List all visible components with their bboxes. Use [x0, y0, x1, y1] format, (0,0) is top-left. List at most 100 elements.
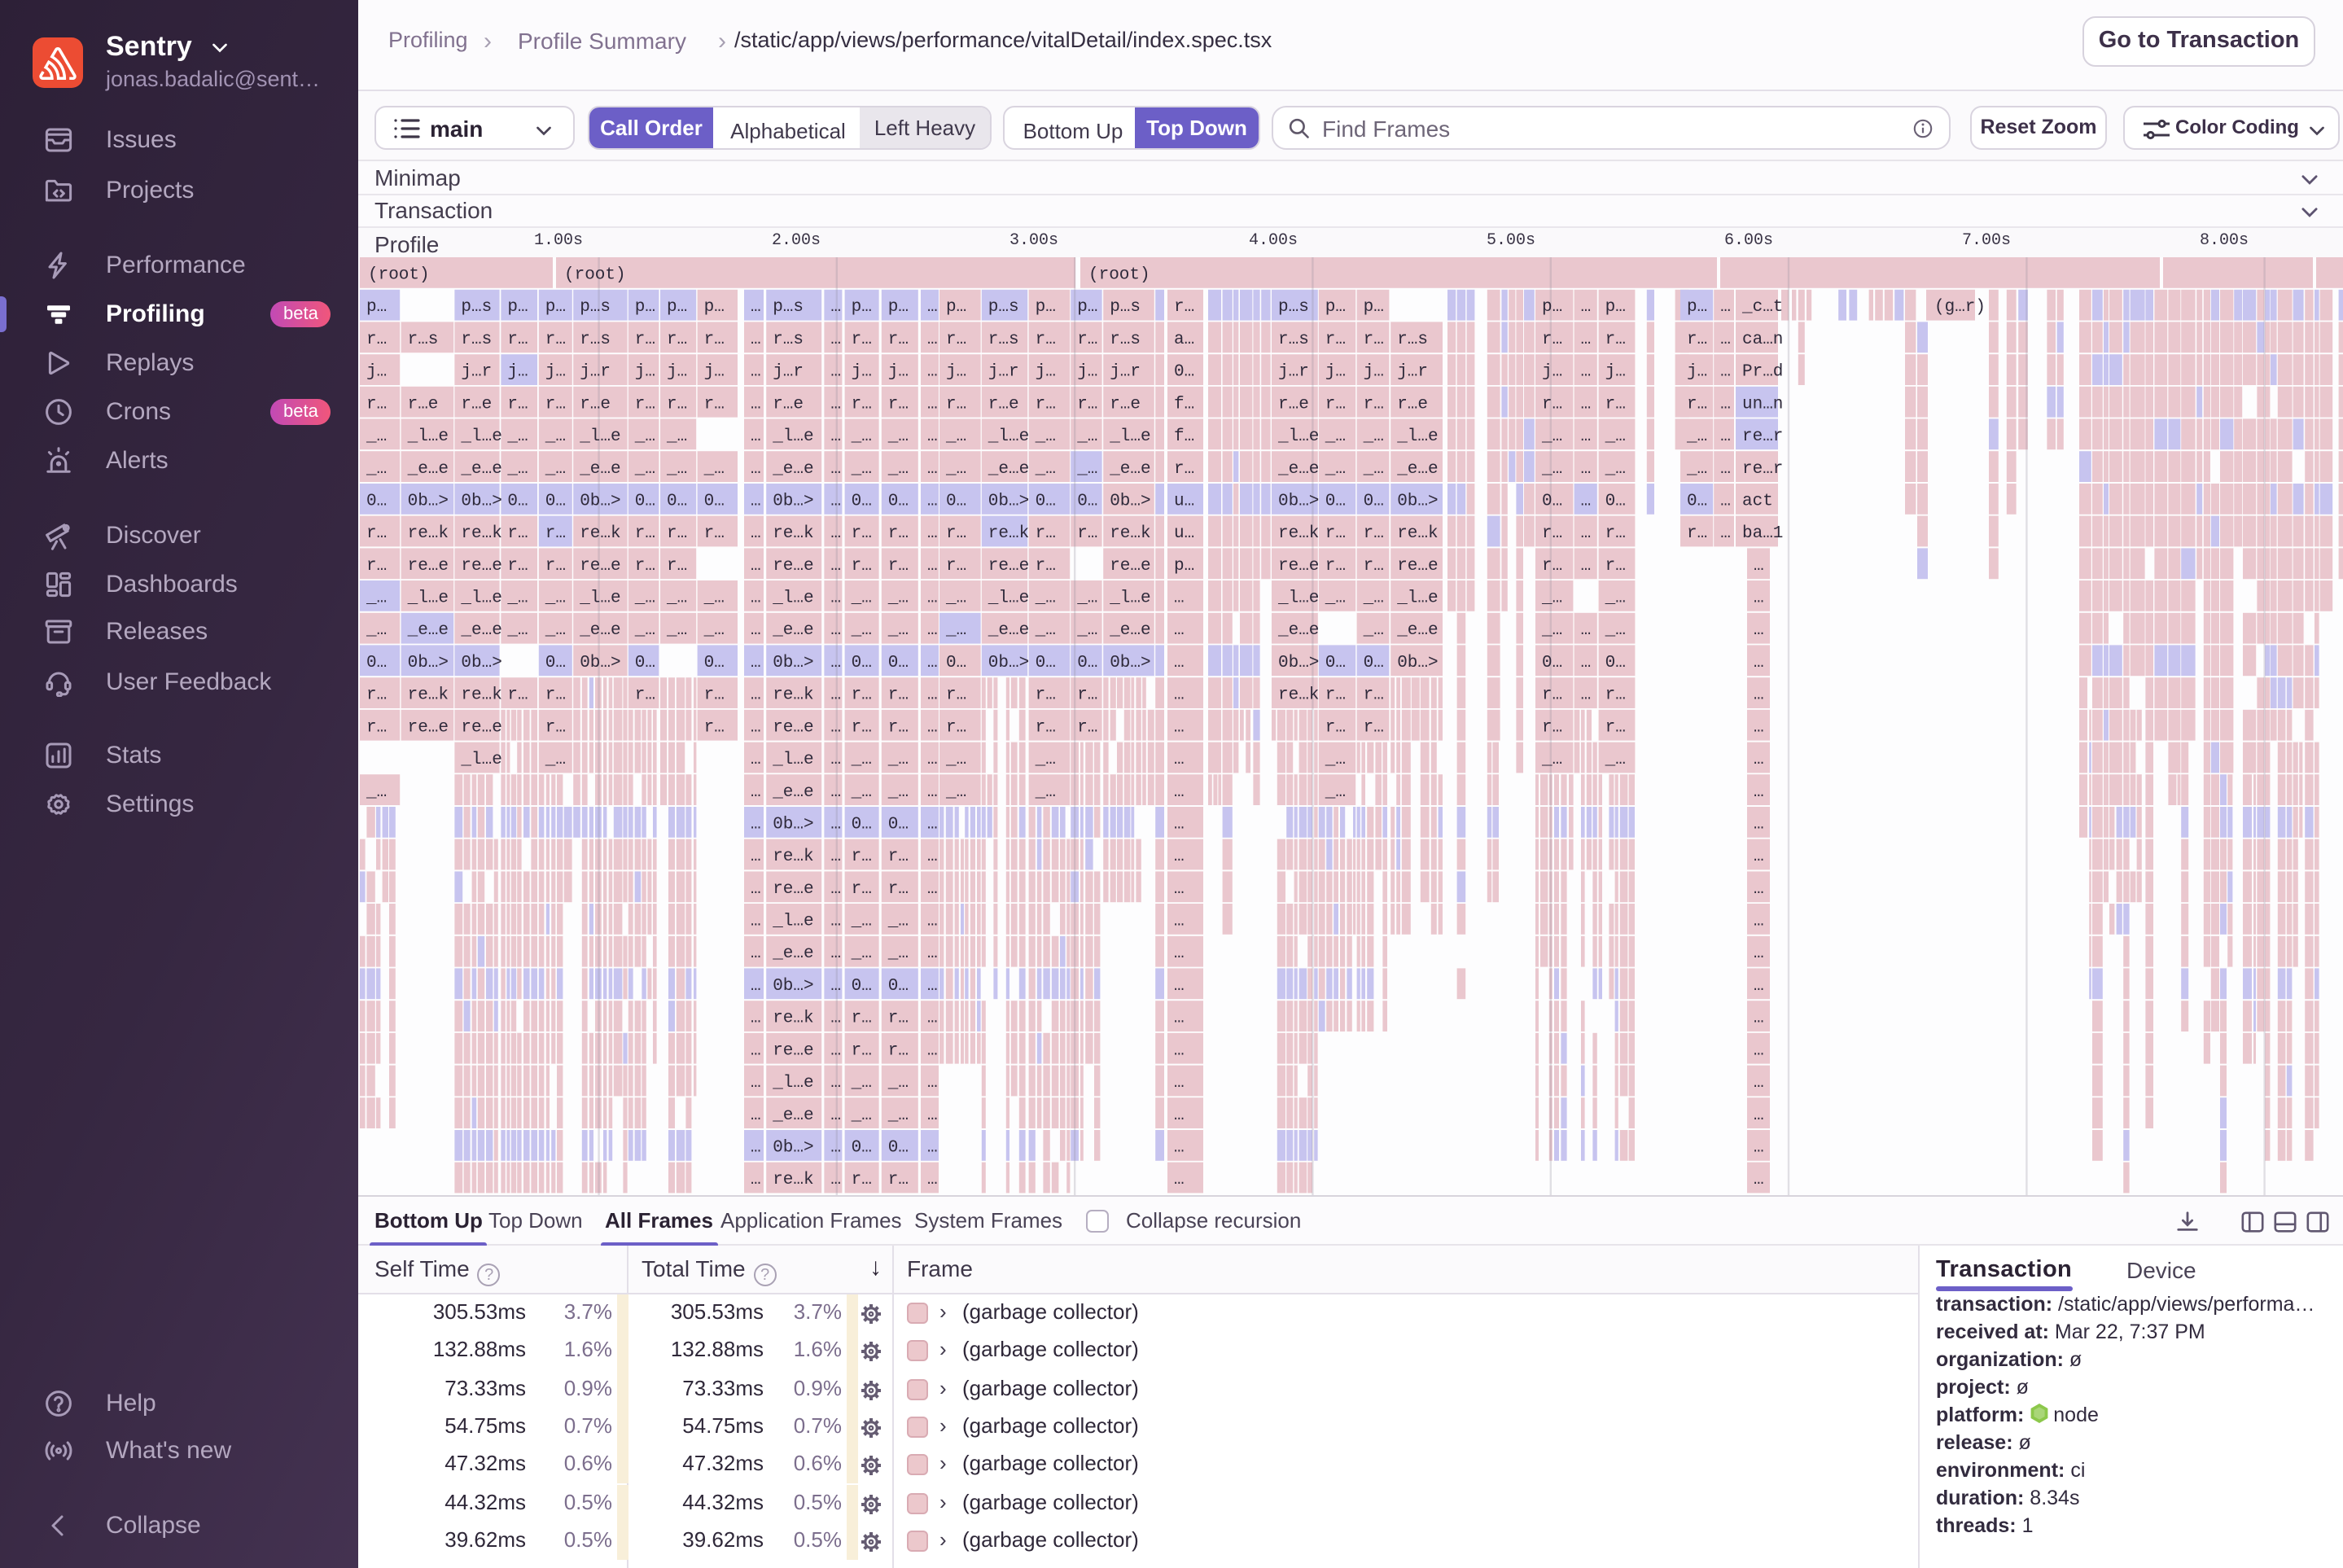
svg-text:_…: _…: [633, 589, 655, 608]
svg-text:…: …: [1753, 944, 1763, 963]
svg-text:j…: j…: [1686, 363, 1706, 382]
svg-text:…: …: [926, 298, 937, 317]
svg-text:re…k: re…k: [1396, 524, 1437, 543]
svg-text:p…: p…: [1035, 298, 1055, 317]
svg-text:_l…e: _l…e: [1108, 589, 1150, 608]
svg-text:…: …: [830, 751, 840, 769]
svg-text:r…e: r…e: [579, 395, 610, 414]
svg-text:…: …: [1173, 944, 1184, 963]
svg-text:_…: _…: [850, 427, 871, 446]
svg-text:p…: p…: [545, 298, 565, 317]
svg-text:…: …: [1173, 815, 1184, 834]
svg-text:…: …: [750, 492, 760, 510]
svg-text:…: …: [1580, 331, 1591, 349]
svg-text:re…k: re…k: [772, 1171, 812, 1189]
svg-text:…: …: [1753, 686, 1763, 705]
svg-text:…: …: [1580, 557, 1591, 576]
svg-text:…: …: [750, 718, 760, 737]
svg-text:_…: _…: [703, 621, 724, 640]
svg-text:_…: _…: [1034, 783, 1055, 802]
svg-text:r…: r…: [703, 395, 724, 414]
svg-text:…: …: [1173, 718, 1184, 737]
svg-text:re…e: re…e: [407, 557, 448, 576]
svg-text:r…: r…: [1363, 718, 1383, 737]
svg-text:r…: r…: [545, 718, 565, 737]
svg-text:re…e: re…e: [579, 557, 620, 576]
svg-text:r…: r…: [506, 395, 527, 414]
svg-text:r…: r…: [887, 331, 908, 349]
svg-text:0…: 0…: [506, 492, 527, 510]
svg-text:r…: r…: [945, 686, 966, 705]
svg-text:_…: _…: [1604, 751, 1625, 769]
svg-text:_…: _…: [665, 427, 686, 446]
svg-text:…: …: [926, 621, 937, 640]
svg-text:…: …: [750, 1171, 760, 1189]
svg-text:p…: p…: [1325, 298, 1345, 317]
svg-text:r…: r…: [887, 557, 908, 576]
svg-text:r…: r…: [545, 557, 565, 576]
svg-text:r…: r…: [887, 1171, 908, 1189]
svg-text:j…: j…: [545, 363, 565, 382]
svg-text:…: …: [830, 589, 840, 608]
svg-text:0…: 0…: [1363, 654, 1383, 672]
svg-text:un…n: un…n: [1741, 395, 1782, 414]
svg-text:…: …: [750, 913, 760, 931]
svg-text:_…: _…: [1685, 460, 1706, 479]
svg-text:…: …: [926, 977, 937, 996]
svg-text:r…: r…: [945, 331, 966, 349]
svg-text:_…: _…: [850, 913, 871, 931]
svg-text:re…k: re…k: [1277, 524, 1318, 543]
svg-text:r…s: r…s: [407, 331, 438, 349]
svg-text:0…: 0…: [1325, 492, 1345, 510]
svg-text:…: …: [926, 524, 937, 543]
svg-text:0…: 0…: [887, 654, 908, 672]
svg-text:…: …: [1173, 1074, 1184, 1093]
svg-text:p…s: p…s: [988, 298, 1018, 317]
svg-text:_…: _…: [887, 589, 908, 608]
svg-text:0…: 0…: [1173, 363, 1193, 382]
svg-text:…: …: [926, 913, 937, 931]
svg-text:j…: j…: [1325, 363, 1345, 382]
svg-text:r…: r…: [634, 395, 655, 414]
svg-text:0…: 0…: [545, 492, 565, 510]
svg-text:0b…>: 0b…>: [460, 654, 501, 672]
svg-text:f…: f…: [1173, 427, 1193, 446]
svg-text:…: …: [750, 524, 760, 543]
svg-text:p…: p…: [634, 298, 655, 317]
svg-text:r…: r…: [1325, 686, 1345, 705]
svg-text:r…s: r…s: [772, 331, 803, 349]
svg-text:_l…e: _l…e: [459, 427, 501, 446]
svg-text:…: …: [750, 363, 760, 382]
svg-text:r…: r…: [1686, 331, 1706, 349]
svg-text:_e…e: _e…e: [1395, 460, 1437, 479]
svg-text:r…: r…: [366, 331, 386, 349]
svg-text:0b…>: 0b…>: [1396, 654, 1437, 672]
svg-text:…: …: [926, 1171, 937, 1189]
svg-text:_…: _…: [887, 1106, 908, 1125]
svg-text:_e…e: _e…e: [578, 621, 620, 640]
svg-text:r…: r…: [545, 524, 565, 543]
svg-text:_e…e: _e…e: [459, 460, 501, 479]
svg-text:r…: r…: [1325, 395, 1345, 414]
svg-text:r…: r…: [366, 718, 386, 737]
svg-text:_…: _…: [365, 621, 386, 640]
svg-text:0b…>: 0b…>: [1109, 492, 1150, 510]
svg-text:0…: 0…: [851, 654, 871, 672]
svg-text:r…: r…: [1035, 686, 1055, 705]
svg-text:…: …: [830, 913, 840, 931]
svg-text:…: …: [750, 848, 760, 866]
svg-text:_…: _…: [1075, 427, 1097, 446]
svg-text:r…: r…: [545, 331, 565, 349]
svg-text:_l…e: _l…e: [578, 427, 620, 446]
svg-text:r…: r…: [1686, 395, 1706, 414]
svg-text:0b…>: 0b…>: [772, 1138, 812, 1157]
svg-text:0b…>: 0b…>: [1277, 654, 1318, 672]
svg-text:…: …: [1173, 977, 1184, 996]
svg-text:_e…e: _e…e: [1108, 460, 1150, 479]
svg-text:r…: r…: [1363, 331, 1383, 349]
svg-text:j…r: j…r: [988, 363, 1018, 382]
svg-text:_…: _…: [887, 783, 908, 802]
svg-text:j…r: j…r: [1277, 363, 1308, 382]
svg-text:…: …: [750, 1074, 760, 1093]
svg-text:_…: _…: [850, 751, 871, 769]
